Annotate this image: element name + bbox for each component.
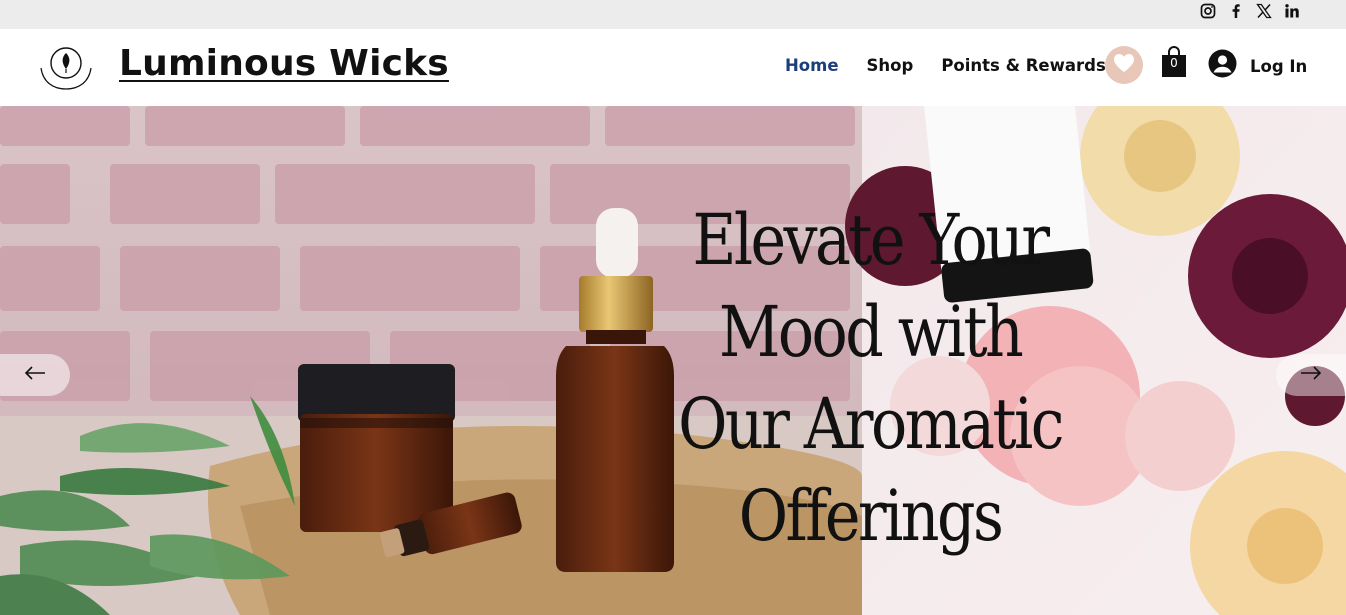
site-header: Luminous Wicks Home Shop Points & Reward… bbox=[0, 29, 1346, 106]
hero-headline-line: Mood with bbox=[718, 291, 1024, 373]
login-button[interactable]: Log In bbox=[1208, 49, 1307, 83]
hero-headline: Elevate Your Mood with Our Aromatic Offe… bbox=[638, 194, 1102, 562]
facebook-icon[interactable] bbox=[1227, 2, 1244, 19]
social-links bbox=[1199, 2, 1300, 19]
instagram-icon[interactable] bbox=[1199, 2, 1216, 19]
login-label: Log In bbox=[1250, 56, 1308, 76]
user-avatar-icon bbox=[1208, 49, 1237, 83]
main-nav: Home Shop Points & Rewards bbox=[785, 56, 1106, 75]
wishlist-button[interactable] bbox=[1105, 46, 1143, 84]
cart-count: 0 bbox=[1170, 56, 1178, 70]
slide-prev-button[interactable] bbox=[0, 354, 70, 396]
brand-name[interactable]: Luminous Wicks bbox=[119, 43, 449, 84]
arrow-right-icon bbox=[1300, 365, 1322, 385]
x-icon[interactable] bbox=[1255, 2, 1272, 19]
social-bar bbox=[0, 0, 1346, 29]
linkedin-icon[interactable] bbox=[1283, 2, 1300, 19]
arrow-left-icon bbox=[24, 365, 46, 385]
hero-headline-line: Elevate Your bbox=[692, 199, 1050, 281]
hero-headline-line: Our Aromatic bbox=[678, 383, 1064, 465]
heart-icon bbox=[1113, 53, 1135, 78]
nav-shop[interactable]: Shop bbox=[867, 56, 914, 75]
hero-slideshow: Elevate Your Mood with Our Aromatic Offe… bbox=[0, 106, 1346, 615]
cart-button[interactable]: 0 bbox=[1160, 45, 1188, 79]
nav-home[interactable]: Home bbox=[785, 56, 839, 75]
brand-logo[interactable] bbox=[38, 42, 94, 92]
nav-points-rewards[interactable]: Points & Rewards bbox=[941, 56, 1105, 75]
hero-headline-line: Offerings bbox=[738, 475, 1004, 557]
slide-next-button[interactable] bbox=[1276, 354, 1346, 396]
